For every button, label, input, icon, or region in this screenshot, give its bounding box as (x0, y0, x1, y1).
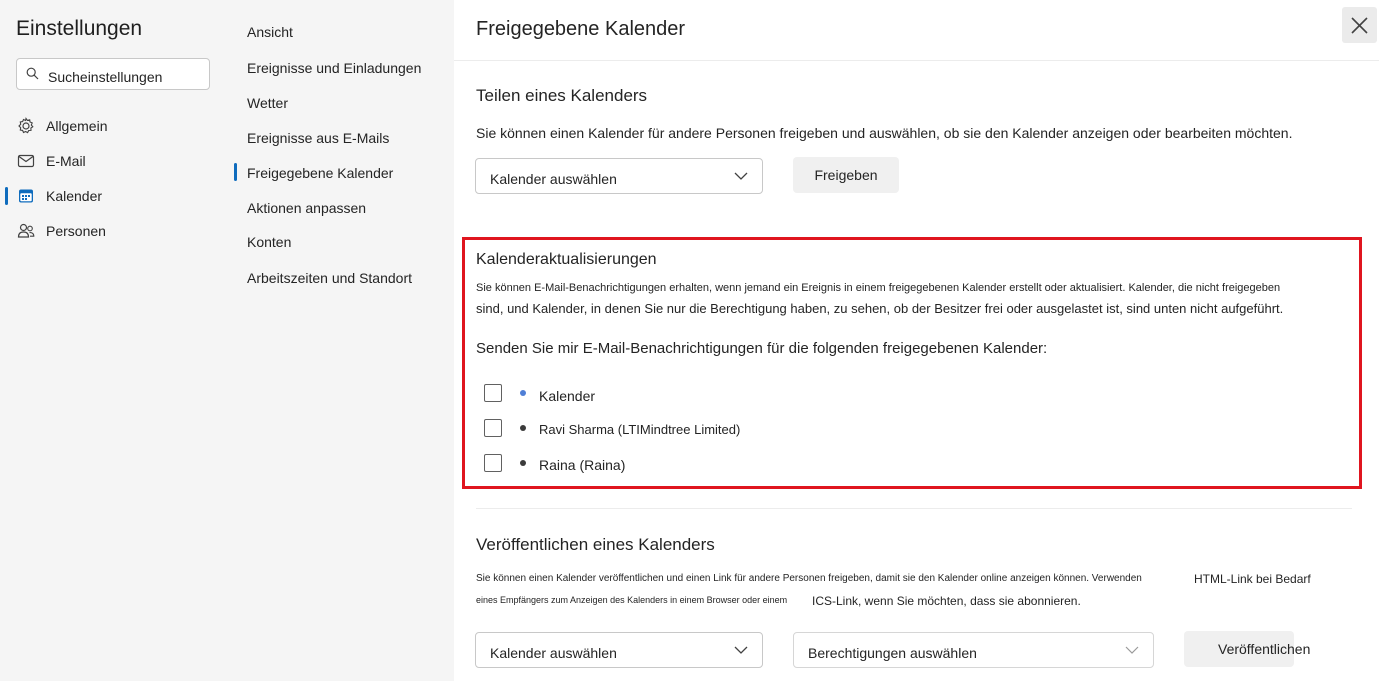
chevron-down-icon (734, 172, 748, 180)
settings-sidebar: Einstellungen Sucheinstellungen Allgemei… (0, 0, 234, 681)
selected-indicator (234, 163, 237, 181)
calendar-color-dot (520, 460, 526, 466)
updates-prompt: Senden Sie mir E-Mail-Benachrichtigungen… (476, 340, 1048, 357)
checkbox[interactable] (484, 384, 502, 402)
updates-heading: Kalenderaktualisierungen (476, 251, 657, 268)
checkbox[interactable] (484, 454, 502, 472)
select-value: Kalender auswählen (490, 645, 617, 661)
settings-title: Einstellungen (16, 17, 143, 40)
divider (476, 508, 1352, 509)
subnav-item-konten[interactable]: Konten (247, 234, 291, 250)
people-icon (17, 223, 35, 238)
html-link-text: HTML-Link bei Bedarf (1194, 572, 1311, 586)
divider (454, 60, 1379, 61)
calendar-icon (19, 189, 33, 203)
search-settings-input[interactable]: Sucheinstellungen (16, 58, 210, 90)
page-title: Freigegebene Kalender (476, 18, 686, 40)
settings-content: Freigegebene Kalender Teilen eines Kalen… (454, 0, 1379, 681)
search-placeholder: Sucheinstellungen (48, 69, 163, 85)
close-icon (1351, 17, 1368, 34)
subnav-item-ereignisse-emails[interactable]: Ereignisse aus E-Mails (247, 130, 389, 146)
calendar-color-dot (520, 425, 526, 431)
subnav-item-wetter[interactable]: Wetter (247, 95, 288, 111)
publish-description-line1: Sie können einen Kalender veröffentliche… (476, 573, 1142, 584)
share-heading: Teilen eines Kalenders (476, 86, 648, 105)
gear-icon (18, 117, 34, 134)
sidebar-item-label: Kalender (46, 188, 103, 204)
chevron-down-icon (734, 646, 748, 654)
permission-select[interactable]: Berechtigungen auswählen (793, 632, 1154, 668)
share-calendar-select[interactable]: Kalender auswählen (475, 158, 763, 194)
select-value: Kalender auswählen (490, 171, 617, 187)
highlight-frame (462, 237, 1362, 489)
calendar-label: Kalender (539, 388, 596, 404)
selected-indicator (5, 187, 8, 205)
sidebar-item-allgemein[interactable]: Allgemein (0, 111, 234, 141)
share-button[interactable]: Freigeben (793, 157, 899, 193)
subnav-item-aktionen-anpassen[interactable]: Aktionen anpassen (247, 200, 366, 216)
chevron-down-icon (1125, 646, 1139, 654)
updates-description-line1: Sie können E-Mail-Benachrichtigungen erh… (476, 282, 1281, 294)
sidebar-item-label: Personen (46, 223, 106, 239)
close-button[interactable] (1342, 7, 1377, 43)
updates-description-line2: sind, und Kalender, in denen Sie nur die… (476, 301, 1284, 316)
subnav-item-arbeitszeiten[interactable]: Arbeitszeiten und Standort (247, 270, 412, 286)
publish-heading: Veröffentlichen eines Kalenders (476, 535, 715, 554)
share-description: Sie können einen Kalender für andere Per… (476, 125, 1293, 141)
publish-description-line2: eines Empfängers zum Anzeigen des Kalend… (476, 595, 788, 605)
calendar-label: Raina (Raina) (539, 457, 626, 473)
checkbox[interactable] (484, 419, 502, 437)
sidebar-item-email[interactable]: E-Mail (0, 146, 234, 176)
publish-calendar-select[interactable]: Kalender auswählen (475, 632, 763, 668)
calendar-color-dot (520, 390, 526, 396)
publish-button[interactable]: Veröffentlichen (1184, 631, 1310, 667)
select-value: Berechtigungen auswählen (808, 645, 977, 661)
subnav-item-ereignisse-einladungen[interactable]: Ereignisse und Einladungen (247, 60, 421, 76)
calendar-subnav: Ansicht Ereignisse und Einladungen Wette… (234, 0, 454, 681)
sidebar-item-kalender[interactable]: Kalender (0, 181, 234, 211)
search-icon (26, 67, 39, 80)
sidebar-item-label: E-Mail (46, 153, 86, 169)
mail-icon (17, 154, 35, 168)
sidebar-item-label: Allgemein (46, 118, 108, 134)
calendar-label: Ravi Sharma (LTIMindtree Limited) (539, 422, 741, 437)
subnav-item-ansicht[interactable]: Ansicht (247, 24, 293, 40)
ics-link-text: ICS-Link, wenn Sie möchten, dass sie abo… (812, 594, 1081, 608)
subnav-item-freigegebene-kalender[interactable]: Freigegebene Kalender (247, 165, 393, 181)
sidebar-item-personen[interactable]: Personen (0, 216, 234, 246)
